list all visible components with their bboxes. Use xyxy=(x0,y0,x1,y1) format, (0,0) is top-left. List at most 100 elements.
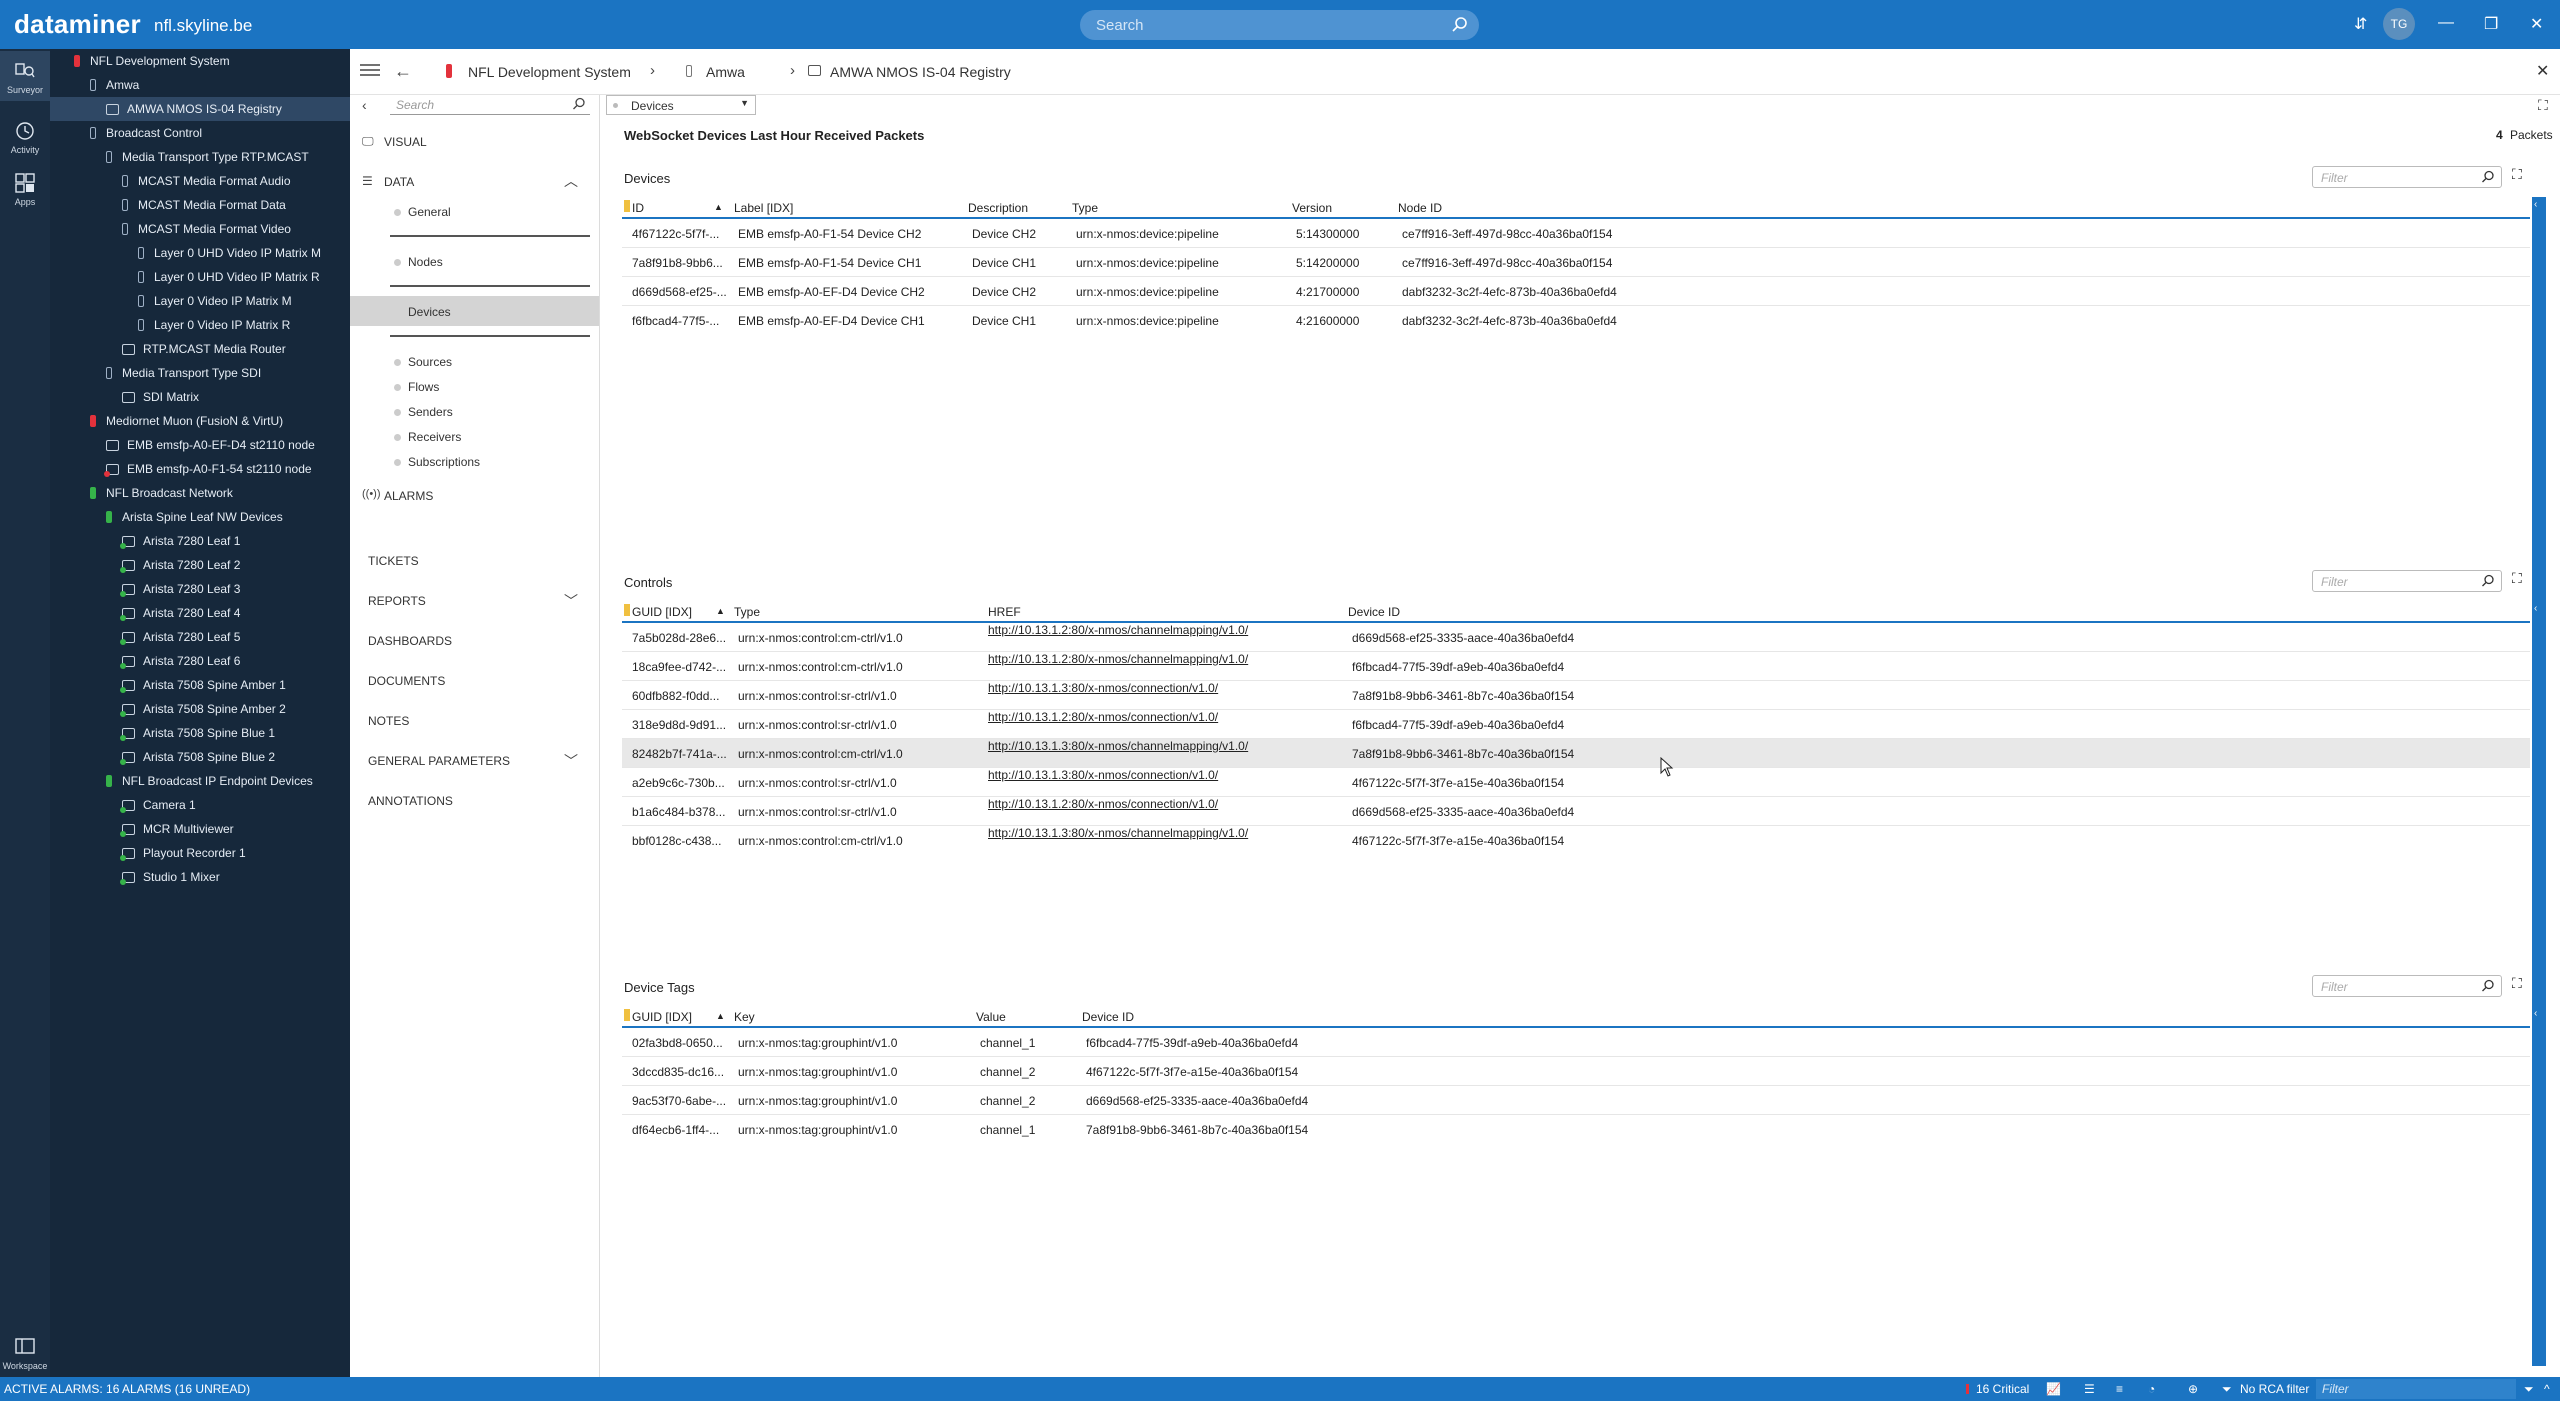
href-link[interactable]: http://10.13.1.3:80/x-nmos/channelmappin… xyxy=(988,739,1248,753)
chevron-left-icon[interactable]: ‹ xyxy=(2534,1008,2537,1019)
tree-item[interactable]: MCR Multiviewer xyxy=(50,817,350,841)
rail-apps[interactable]: Apps xyxy=(0,163,50,213)
table-row[interactable]: bbf0128c-c438... urn:x-nmos:control:cm-c… xyxy=(622,826,2530,855)
tree-item[interactable]: Layer 0 UHD Video IP Matrix M xyxy=(50,241,350,265)
nav-reports[interactable]: REPORTS xyxy=(368,594,426,608)
tree-item[interactable]: Mediornet Muon (FusioN & VirtU) xyxy=(50,409,350,433)
nav-general-parameters[interactable]: GENERAL PARAMETERS xyxy=(368,754,510,768)
column-header[interactable]: Device ID xyxy=(1082,1010,1134,1024)
chevron-left-icon[interactable]: ‹ xyxy=(2534,603,2537,614)
table-row[interactable]: 9ac53f70-6abe-... urn:x-nmos:tag:grouphi… xyxy=(622,1086,2530,1115)
tree-item[interactable]: Arista Spine Leaf NW Devices xyxy=(50,505,350,529)
table-row[interactable]: 60dfb882-f0dd... urn:x-nmos:control:sr-c… xyxy=(622,681,2530,710)
tree-item[interactable]: Arista 7280 Leaf 4 xyxy=(50,601,350,625)
clock-icon[interactable]: ◔ xyxy=(2148,1382,2155,1396)
tree-item[interactable]: MCAST Media Format Video xyxy=(50,217,350,241)
tree-item[interactable]: Layer 0 UHD Video IP Matrix R xyxy=(50,265,350,289)
active-alarms-text[interactable]: ACTIVE ALARMS: 16 ALARMS (16 UNREAD) xyxy=(4,1382,250,1396)
rail-workspace[interactable]: Workspace xyxy=(0,1327,50,1377)
column-header[interactable]: Label [IDX] xyxy=(734,201,793,215)
table-row[interactable]: 7a8f91b8-9bb6... EMB emsfp-A0-F1-54 Devi… xyxy=(622,248,2530,277)
tree-item[interactable]: Arista 7280 Leaf 1 xyxy=(50,529,350,553)
close-card-icon[interactable]: ✕ xyxy=(2536,61,2549,81)
tree-item[interactable]: Camera 1 xyxy=(50,793,350,817)
nav-alarms[interactable]: ALARMS xyxy=(384,489,433,503)
tree-item[interactable]: Arista 7280 Leaf 6 xyxy=(50,649,350,673)
search-icon[interactable] xyxy=(1451,16,1469,37)
fullscreen-icon[interactable]: ⛶ xyxy=(2512,570,2522,587)
tree-item[interactable]: Arista 7280 Leaf 3 xyxy=(50,577,350,601)
column-header[interactable]: Version xyxy=(1292,201,1332,215)
breadcrumb-item[interactable]: Amwa xyxy=(706,64,745,80)
chevron-down-icon[interactable]: ﹀ xyxy=(564,591,578,611)
device-tags-scrollbar[interactable] xyxy=(2532,1006,2546,1366)
tree-item[interactable]: Arista 7508 Spine Blue 1 xyxy=(50,721,350,745)
chevron-down-icon[interactable]: ﹀ xyxy=(564,751,578,771)
page-selector-dropdown[interactable]: Devices ▼ xyxy=(606,95,756,115)
nav-data-receivers[interactable]: Receivers xyxy=(350,426,599,448)
breadcrumb-item[interactable]: NFL Development System xyxy=(468,64,631,80)
href-link[interactable]: http://10.13.1.2:80/x-nmos/connection/v1… xyxy=(988,710,1218,724)
minimize-icon[interactable]: — xyxy=(2438,14,2454,32)
funnel-icon[interactable]: ⏷ xyxy=(2222,1382,2232,1397)
table-row[interactable]: 3dccd835-dc16... urn:x-nmos:tag:grouphin… xyxy=(622,1057,2530,1086)
table-row[interactable]: a2eb9c6c-730b... urn:x-nmos:control:sr-c… xyxy=(622,768,2530,797)
nav-notes[interactable]: NOTES xyxy=(368,714,409,728)
rail-activity[interactable]: Activity xyxy=(0,111,50,161)
rail-surveyor[interactable]: Surveyor xyxy=(0,51,50,101)
tree-item-selected[interactable]: AMWA NMOS IS-04 Registry xyxy=(50,97,350,121)
back-arrow-icon[interactable]: ← xyxy=(394,61,412,82)
nav-data-flows[interactable]: Flows xyxy=(350,376,599,398)
table-row[interactable]: d669d568-ef25-... EMB emsfp-A0-EF-D4 Dev… xyxy=(622,277,2530,306)
nav-data-sources[interactable]: Sources xyxy=(350,351,599,373)
href-link[interactable]: http://10.13.1.2:80/x-nmos/connection/v1… xyxy=(988,797,1218,811)
hamburger-menu-icon[interactable] xyxy=(360,62,380,81)
table-row[interactable]: 4f67122c-5f7f-... EMB emsfp-A0-F1-54 Dev… xyxy=(622,219,2530,248)
device-tags-filter-input[interactable]: Filter xyxy=(2312,975,2502,997)
nav-data-subscriptions[interactable]: Subscriptions xyxy=(350,451,599,473)
tree-item[interactable]: Arista 7508 Spine Amber 1 xyxy=(50,673,350,697)
nav-documents[interactable]: DOCUMENTS xyxy=(368,674,445,688)
tree-item[interactable]: Playout Recorder 1 xyxy=(50,841,350,865)
sort-asc-icon[interactable]: ▲ xyxy=(716,606,725,616)
tree-item[interactable]: EMB emsfp-A0-EF-D4 st2110 node xyxy=(50,433,350,457)
nav-data-senders[interactable]: Senders xyxy=(350,401,599,423)
column-header[interactable]: Device ID xyxy=(1348,605,1400,619)
sort-asc-icon[interactable]: ▲ xyxy=(716,1011,725,1021)
tree-item[interactable]: Amwa xyxy=(50,73,350,97)
tree-item[interactable]: RTP.MCAST Media Router xyxy=(50,337,350,361)
column-header[interactable]: Description xyxy=(968,201,1028,215)
user-avatar[interactable]: TG xyxy=(2383,8,2415,40)
column-header[interactable]: Type xyxy=(1072,201,1098,215)
sort-icon[interactable]: ⇵ xyxy=(2354,14,2367,34)
nav-data[interactable]: DATA xyxy=(384,175,414,189)
nav-search-input[interactable]: Search xyxy=(390,95,590,115)
tree-item[interactable]: MCAST Media Format Data xyxy=(50,193,350,217)
href-link[interactable]: http://10.13.1.3:80/x-nmos/channelmappin… xyxy=(988,826,1248,840)
tree-item[interactable]: Arista 7508 Spine Amber 2 xyxy=(50,697,350,721)
tree-item[interactable]: EMB emsfp-A0-F1-54 st2110 node xyxy=(50,457,350,481)
tree-item[interactable]: NFL Development System xyxy=(50,49,350,73)
table-row[interactable]: df64ecb6-1ff4-... urn:x-nmos:tag:grouphi… xyxy=(622,1115,2530,1144)
chevron-left-icon[interactable]: ‹ xyxy=(2534,199,2537,210)
filter-lines-icon[interactable]: ≡ xyxy=(2116,1382,2123,1396)
tree-item[interactable]: SDI Matrix xyxy=(50,385,350,409)
tree-item[interactable]: Media Transport Type SDI xyxy=(50,361,350,385)
fullscreen-icon[interactable]: ⛶ xyxy=(2512,975,2522,992)
column-header[interactable]: GUID [IDX] xyxy=(632,605,692,619)
chevron-left-icon[interactable]: ‹ xyxy=(362,97,367,113)
tree-item[interactable]: Layer 0 Video IP Matrix M xyxy=(50,289,350,313)
tree-item[interactable]: Arista 7280 Leaf 2 xyxy=(50,553,350,577)
tree-item[interactable]: NFL Broadcast Network xyxy=(50,481,350,505)
tree-item[interactable]: Arista 7508 Spine Blue 2 xyxy=(50,745,350,769)
column-header[interactable]: Node ID xyxy=(1398,201,1442,215)
table-row[interactable]: 02fa3bd8-0650... urn:x-nmos:tag:grouphin… xyxy=(622,1028,2530,1057)
search-icon[interactable] xyxy=(2481,574,2495,591)
global-search-input[interactable]: Search xyxy=(1080,10,1479,40)
chevron-up-icon[interactable]: ^ xyxy=(2544,1382,2550,1396)
href-link[interactable]: http://10.13.1.2:80/x-nmos/channelmappin… xyxy=(988,623,1248,637)
devices-scrollbar[interactable] xyxy=(2532,197,2546,651)
sort-asc-icon[interactable]: ▲ xyxy=(714,202,723,212)
target-icon[interactable]: ⊕ xyxy=(2188,1382,2198,1396)
nav-data-general[interactable]: General xyxy=(350,201,599,223)
